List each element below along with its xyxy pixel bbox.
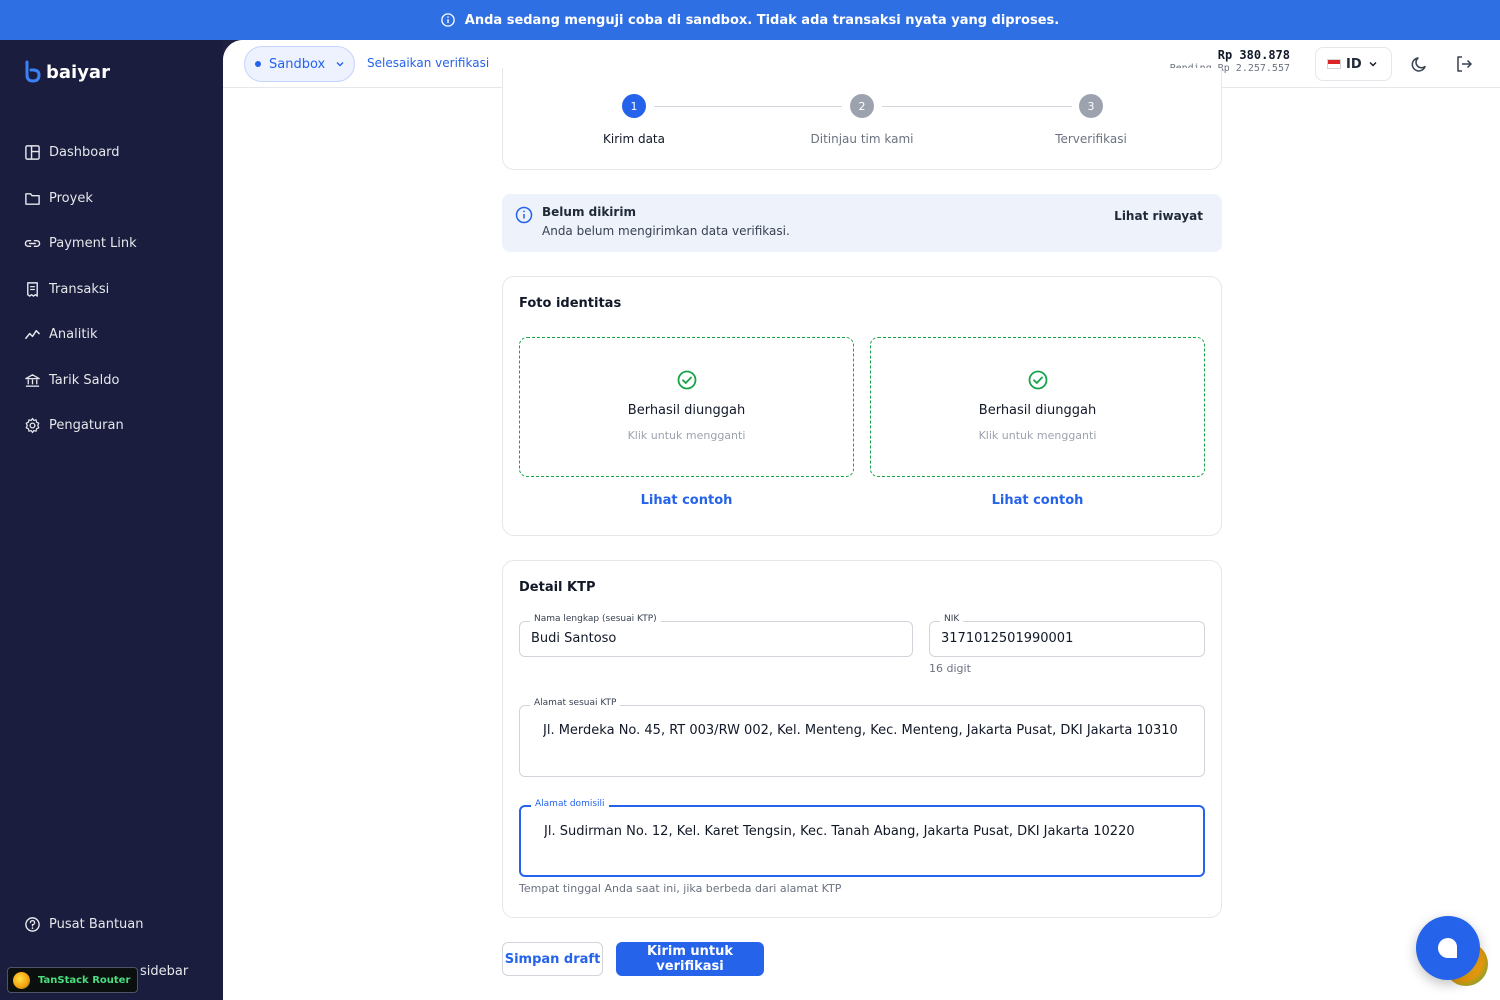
domicile-address-input[interactable]: Jl. Sudirman No. 12, Kel. Karet Tengsin,… xyxy=(544,824,1180,864)
sidebar-item-tarik-saldo[interactable]: Tarik Saldo xyxy=(0,358,223,404)
sidebar-item-label: Tarik Saldo xyxy=(49,372,120,388)
step-number: 2 xyxy=(850,94,874,118)
step-1: 1 Kirim data xyxy=(564,94,704,146)
sidebar-item-label: Payment Link xyxy=(49,236,137,252)
save-draft-button[interactable]: Simpan draft xyxy=(502,942,603,976)
full-name-field: Nama lengkap (sesuai KTP) xyxy=(519,614,913,657)
chevron-down-icon xyxy=(336,62,344,67)
logo-text: baiyar xyxy=(46,61,110,83)
main-area: Sandbox Selesaikan verifikasi Rp 380.878… xyxy=(223,40,1500,1000)
check-circle-icon xyxy=(1028,370,1048,390)
step-number: 3 xyxy=(1079,94,1103,118)
status-alert: Belum dikirim Anda belum mengirimkan dat… xyxy=(502,194,1222,252)
language-selector[interactable]: ID xyxy=(1315,47,1392,81)
step-label: Ditinjau tim kami xyxy=(810,132,914,146)
check-circle-icon xyxy=(677,370,697,390)
sidebar-item-label: Dashboard xyxy=(49,145,120,161)
balance-amount: Rp 380.878 xyxy=(1217,48,1290,62)
info-icon xyxy=(515,206,533,224)
field-label: Nama lengkap (sesuai KTP) xyxy=(530,614,661,624)
receipt-icon xyxy=(27,281,38,297)
view-example-link[interactable]: Lihat contoh xyxy=(519,493,854,508)
step-number: 1 xyxy=(622,94,646,118)
upload-status: Berhasil diunggah xyxy=(978,403,1097,418)
upload-hint: Klik untuk mengganti xyxy=(978,429,1097,442)
id-photo-dropzone[interactable]: Berhasil diunggah Klik untuk mengganti xyxy=(519,337,854,477)
sidebar-item-label: Proyek xyxy=(49,190,93,206)
tanstack-label: TanStack Router xyxy=(38,974,131,986)
domicile-hint: Tempat tinggal Anda saat ini, jika berbe… xyxy=(519,882,842,895)
step-3: 3 Terverifikasi xyxy=(1021,94,1161,146)
dashboard-icon xyxy=(25,145,40,161)
upload-hint: Klik untuk mengganti xyxy=(627,429,746,442)
full-name-input[interactable] xyxy=(531,631,901,646)
banner-text: Anda sedang menguji coba di sandbox. Tid… xyxy=(464,12,1060,28)
bank-icon xyxy=(25,373,40,387)
view-example-link[interactable]: Lihat contoh xyxy=(870,493,1205,508)
logout-icon[interactable] xyxy=(1454,54,1474,74)
sidebar-item-proyek[interactable]: Proyek xyxy=(0,176,223,222)
sidebar-item-payment-link[interactable]: Payment Link xyxy=(0,221,223,267)
help-label: Pusat Bantuan xyxy=(49,917,144,932)
folder-icon xyxy=(25,192,40,205)
sidebar-item-label: Pengaturan xyxy=(49,418,124,434)
complete-verification-link[interactable]: Selesaikan verifikasi xyxy=(367,56,489,70)
logo[interactable]: baiyar xyxy=(24,60,110,84)
card-title: Detail KTP xyxy=(519,580,596,595)
sidebar-item-dashboard[interactable]: Dashboard xyxy=(0,130,223,176)
sidebar-item-analitik[interactable]: Analitik xyxy=(0,312,223,358)
sandbox-banner: Anda sedang menguji coba di sandbox. Tid… xyxy=(0,0,1500,40)
sidebar-item-pengaturan[interactable]: Pengaturan xyxy=(0,403,223,449)
verification-stepper: 1 Kirim data 2 Ditinjau tim kami 3 Terve… xyxy=(502,68,1222,170)
field-label: Alamat sesuai KTP xyxy=(530,698,621,708)
ktp-address-input[interactable]: Jl. Merdeka No. 45, RT 003/RW 002, Kel. … xyxy=(543,723,1181,763)
sidebar: baiyar Dashboard Proyek Payment Link Tra… xyxy=(0,40,223,1000)
upload-status: Berhasil diunggah xyxy=(627,403,746,418)
moon-icon[interactable] xyxy=(1410,54,1430,74)
collapse-sidebar-button[interactable]: sidebar xyxy=(140,964,188,979)
chat-bubble-icon xyxy=(1438,937,1458,958)
field-label: Alamat domisili xyxy=(531,799,609,809)
sidebar-item-transaksi[interactable]: Transaksi xyxy=(0,267,223,313)
ktp-details-card: Detail KTP Nama lengkap (sesuai KTP) NIK… xyxy=(502,560,1222,918)
identity-photo-card: Foto identitas Berhasil diunggah Klik un… xyxy=(502,276,1222,536)
chat-button[interactable] xyxy=(1416,916,1480,980)
link-icon xyxy=(24,240,41,248)
indonesia-flag-icon xyxy=(1327,59,1341,69)
language-label: ID xyxy=(1346,56,1362,72)
sidebar-nav: Dashboard Proyek Payment Link Transaksi … xyxy=(0,130,223,449)
field-label: NIK xyxy=(940,614,964,624)
sidebar-item-pusat-bantuan[interactable]: Pusat Bantuan xyxy=(24,916,144,933)
nik-hint: 16 digit xyxy=(929,662,971,675)
step-label: Terverifikasi xyxy=(1055,132,1127,146)
status-dot xyxy=(255,61,261,67)
tanstack-router-devtools-button[interactable]: TanStack Router xyxy=(7,967,138,993)
tanstack-logo-icon xyxy=(13,971,30,989)
nik-field: NIK xyxy=(929,614,1205,657)
card-title: Foto identitas xyxy=(519,296,622,311)
nik-input[interactable] xyxy=(941,631,1193,646)
selfie-photo-dropzone[interactable]: Berhasil diunggah Klik untuk mengganti xyxy=(870,337,1205,477)
submit-verification-button[interactable]: Kirim untuk verifikasi xyxy=(616,942,764,976)
alert-title: Belum dikirim xyxy=(542,205,636,219)
help-icon xyxy=(25,917,40,932)
baiyar-logo-icon xyxy=(25,60,41,83)
environment-label: Sandbox xyxy=(269,56,326,72)
domicile-address-field: Alamat domisili Jl. Sudirman No. 12, Kel… xyxy=(519,799,1205,877)
step-label: Kirim data xyxy=(602,132,665,146)
chevron-down-icon xyxy=(1369,62,1377,67)
sidebar-item-label: Transaksi xyxy=(49,281,110,297)
analytics-icon xyxy=(25,330,40,340)
alert-subtitle: Anda belum mengirimkan data verifikasi. xyxy=(542,224,790,238)
info-icon xyxy=(441,13,455,27)
view-history-link[interactable]: Lihat riwayat xyxy=(1114,209,1203,223)
gear-icon xyxy=(25,418,40,434)
step-2: 2 Ditinjau tim kami xyxy=(792,94,932,146)
environment-selector[interactable]: Sandbox xyxy=(244,46,355,82)
ktp-address-field: Alamat sesuai KTP Jl. Merdeka No. 45, RT… xyxy=(519,698,1205,777)
sidebar-item-label: Analitik xyxy=(49,327,98,343)
